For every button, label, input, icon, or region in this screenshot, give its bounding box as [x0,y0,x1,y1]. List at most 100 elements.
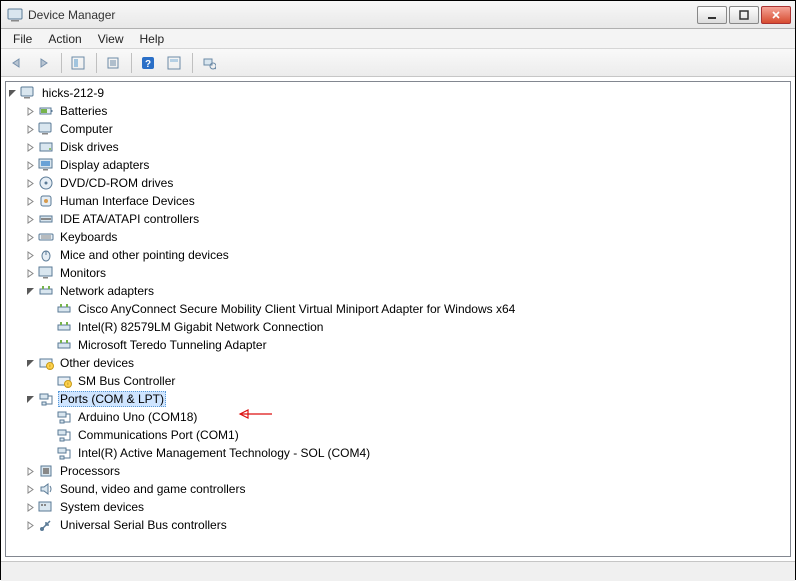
hid-icon [38,193,54,209]
tree-label: Computer [58,122,115,136]
collapse-icon[interactable] [24,357,36,369]
other_child-icon: ! [56,373,72,389]
expand-icon[interactable] [24,141,36,153]
tree-item-ports-child-1[interactable]: Communications Port (COM1) [42,426,790,444]
tree-label: Other devices [58,356,136,370]
tree-label: Ports (COM & LPT) [58,391,166,407]
expand-icon[interactable] [24,519,36,531]
collapse-icon[interactable] [24,285,36,297]
toolbar-help-button[interactable]: ? [136,52,160,74]
ports-icon [56,445,72,461]
expand-icon[interactable] [24,159,36,171]
tree-label: Human Interface Devices [58,194,197,208]
ports-icon [38,391,54,407]
toolbar-separator [96,53,97,73]
tree-item-computer[interactable]: Computer [24,120,790,138]
sound-icon [38,481,54,497]
tree-label: Batteries [58,104,109,118]
display_adapters-icon [38,157,54,173]
window-title: Device Manager [28,8,697,22]
tree-item-ports[interactable]: Ports (COM & LPT) [24,390,790,408]
other-icon: ! [38,355,54,371]
tree-item-disk_drives[interactable]: Disk drives [24,138,790,156]
system-icon [38,499,54,515]
close-button[interactable] [761,6,791,24]
tree-item-ports-child-0[interactable]: Arduino Uno (COM18) [42,408,790,426]
expand-icon[interactable] [24,267,36,279]
device-tree[interactable]: hicks-212-9 Batteries Computer Disk drives… [5,81,791,557]
collapse-icon[interactable] [24,393,36,405]
tree-item-hid[interactable]: Human Interface Devices [24,192,790,210]
window-controls [697,6,791,24]
expand-icon[interactable] [24,177,36,189]
tree-item-network-child-1[interactable]: Intel(R) 82579LM Gigabit Network Connect… [42,318,790,336]
expand-icon[interactable] [24,105,36,117]
expand-icon[interactable] [24,483,36,495]
tree-label: Disk drives [58,140,121,154]
network-icon [56,301,72,317]
device-manager-icon [7,7,23,23]
toolbar-scan-button[interactable] [162,52,186,74]
menu-action[interactable]: Action [40,30,89,48]
tree-item-ports-child-2[interactable]: Intel(R) Active Management Technology - … [42,444,790,462]
tree-item-other[interactable]: ! Other devices [24,354,790,372]
expand-icon[interactable] [24,123,36,135]
toolbar-properties-button[interactable] [101,52,125,74]
expander-blank [42,375,54,387]
tree-label: Intel(R) 82579LM Gigabit Network Connect… [76,320,325,334]
expand-icon[interactable] [24,465,36,477]
toolbar-back-button[interactable] [5,52,29,74]
tree-item-dvd[interactable]: DVD/CD-ROM drives [24,174,790,192]
disk_drives-icon [38,139,54,155]
tree-root-computer[interactable]: hicks-212-9 [6,84,790,102]
tree-label: Intel(R) Active Management Technology - … [76,446,372,460]
tree-item-network-child-0[interactable]: Cisco AnyConnect Secure Mobility Client … [42,300,790,318]
tree-item-monitors[interactable]: Monitors [24,264,790,282]
tree-item-ide[interactable]: IDE ATA/ATAPI controllers [24,210,790,228]
tree-item-network[interactable]: Network adapters [24,282,790,300]
expand-icon[interactable] [24,195,36,207]
toolbar-forward-button[interactable] [31,52,55,74]
tree-label: Cisco AnyConnect Secure Mobility Client … [76,302,517,316]
tree-item-other-child-0[interactable]: !SM Bus Controller [42,372,790,390]
menu-file[interactable]: File [5,30,40,48]
usb-icon [38,517,54,533]
mice-icon [38,247,54,263]
ide-icon [38,211,54,227]
tree-label: Sound, video and game controllers [58,482,247,496]
expand-icon[interactable] [24,231,36,243]
collapse-icon[interactable] [6,87,18,99]
expand-icon[interactable] [24,213,36,225]
computer-icon [38,121,54,137]
monitors-icon [38,265,54,281]
tree-item-system[interactable]: System devices [24,498,790,516]
tree-item-batteries[interactable]: Batteries [24,102,790,120]
tree-item-processors[interactable]: Processors [24,462,790,480]
menu-view[interactable]: View [90,30,132,48]
tree-label: DVD/CD-ROM drives [58,176,175,190]
tree-label: hicks-212-9 [40,86,106,100]
tree-item-mice[interactable]: Mice and other pointing devices [24,246,790,264]
tree-label: Display adapters [58,158,151,172]
tree-item-display_adapters[interactable]: Display adapters [24,156,790,174]
expand-icon[interactable] [24,501,36,513]
svg-text:!: ! [67,383,68,389]
expander-blank [42,447,54,459]
tree-item-network-child-2[interactable]: Microsoft Teredo Tunneling Adapter [42,336,790,354]
tree-label: System devices [58,500,146,514]
toolbar-show-hide-tree-button[interactable] [66,52,90,74]
expander-blank [42,303,54,315]
tree-label: IDE ATA/ATAPI controllers [58,212,201,226]
network-icon [56,319,72,335]
minimize-button[interactable] [697,6,727,24]
maximize-button[interactable] [729,6,759,24]
expand-icon[interactable] [24,249,36,261]
tree-item-sound[interactable]: Sound, video and game controllers [24,480,790,498]
toolbar-scan-hardware-button[interactable] [197,52,221,74]
expander-blank [42,339,54,351]
tree-item-usb[interactable]: Universal Serial Bus controllers [24,516,790,534]
dvd-icon [38,175,54,191]
tree-item-keyboards[interactable]: Keyboards [24,228,790,246]
statusbar [1,561,795,581]
menu-help[interactable]: Help [132,30,173,48]
